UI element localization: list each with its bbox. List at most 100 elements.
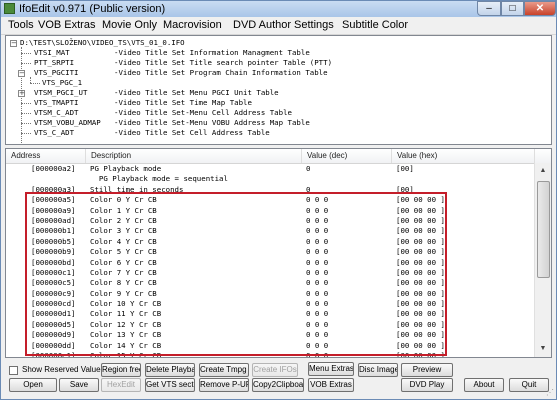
cell-value-dec: 0 0 0 — [306, 215, 329, 225]
tree-item[interactable]: VTS_C_ADT — [34, 128, 74, 137]
open-button[interactable]: Open — [9, 378, 57, 392]
tree-item[interactable]: VTSI_MAT — [34, 48, 70, 57]
cell-description: Still time in seconds — [90, 184, 184, 194]
hexedit-button[interactable]: HexEdit — [101, 378, 141, 392]
menu-settings[interactable]: Settings — [294, 19, 334, 31]
ifo-tree[interactable]: − D:\TEST\SLOŽENO\VIDEO_TS\VTS_01_0.IFO … — [5, 35, 552, 145]
disc-image-button[interactable]: Disc Image — [358, 363, 398, 377]
vertical-scrollbar[interactable]: ▲ ▼ — [534, 163, 551, 357]
table-row[interactable]: [000000b1] Color 3 Y Cr CB 0 0 0 [00 00 00 … — [6, 226, 535, 236]
table-row[interactable]: [000000ad] Color 2 Y Cr CB 0 0 0 [00 00 00 … — [6, 216, 535, 226]
cell-description: Color 15 Y Cr CB — [90, 351, 162, 358]
copy2clipboard-button[interactable]: Copy2Clipboard — [252, 378, 304, 392]
expand-icon[interactable]: + — [18, 90, 25, 97]
menu-macrovision[interactable]: Macrovision — [163, 19, 222, 31]
cell-value-hex: [00 00 00 ] — [396, 278, 445, 288]
cell-value-dec: 0 0 0 — [306, 195, 329, 205]
cell-value-dec: 0 0 0 — [306, 278, 329, 288]
cell-address: [000000b1] — [31, 226, 76, 236]
tree-item[interactable]: VTSM_PGCI_UT — [34, 88, 87, 97]
table-row[interactable]: [000000dd] Color 14 Y Cr CB 0 0 0 [00 00 00… — [6, 341, 535, 351]
tree-item[interactable]: VTSM_C_ADT — [34, 108, 79, 117]
table-row[interactable]: [000000c9] Color 9 Y Cr CB 0 0 0 [00 00 00 … — [6, 289, 535, 299]
cell-value-hex: [00 00 00 ] — [396, 340, 445, 350]
cell-description: Color 3 Y Cr CB — [90, 226, 157, 236]
collapse-icon[interactable]: − — [10, 40, 17, 47]
table-row[interactable]: [000000c1] Color 7 Y Cr CB 0 0 0 [00 00 00 … — [6, 268, 535, 278]
tree-item[interactable]: VTS_PGC_1 — [42, 78, 82, 87]
save-button[interactable]: Save — [59, 378, 99, 392]
table-row[interactable]: [000000cd] Color 10 Y Cr CB 0 0 0 [00 00 00… — [6, 299, 535, 309]
tree-item[interactable]: VTS_TMAPTI — [34, 98, 79, 107]
table-row[interactable]: [000000b5] Color 4 Y Cr CB 0 0 0 [00 00 00 … — [6, 237, 535, 247]
cell-description: Color 4 Y Cr CB — [90, 236, 157, 246]
resize-grip-icon[interactable]: ⋰ — [546, 388, 554, 397]
dvd-play-button[interactable]: DVD Play — [401, 378, 453, 392]
menu-subtitle-color[interactable]: Subtitle Color — [342, 19, 408, 31]
about-button[interactable]: About — [464, 378, 504, 392]
table-row[interactable]: [000000a9] Color 1 Y Cr CB 0 0 0 [00 00 00 … — [6, 206, 535, 216]
cell-description: Color 5 Y Cr CB — [90, 247, 157, 257]
data-list[interactable]: Address Description Value (dec) Value (h… — [5, 148, 552, 358]
cell-value-hex: [00 00 00 ] — [396, 215, 445, 225]
table-row[interactable]: [000000bd] Color 6 Y Cr CB 0 0 0 [00 00 00 … — [6, 258, 535, 268]
table-row[interactable]: [000000a3] Still time in seconds 0 [00] — [6, 185, 535, 195]
tree-item-desc: -Video Title Set-Menu Cell Address Table — [114, 108, 292, 117]
cell-value-hex: [00 00 00 ] — [396, 195, 445, 205]
column-value-hex[interactable]: Value (hex) — [392, 149, 535, 163]
scroll-up-icon[interactable]: ▲ — [535, 163, 551, 179]
minimize-button[interactable]: – — [477, 1, 501, 16]
table-row[interactable]: [000000d9] Color 13 Y Cr CB 0 0 0 [00 00 00… — [6, 330, 535, 340]
region-free-button[interactable]: Region free — [101, 363, 141, 377]
maximize-button[interactable]: □ — [501, 1, 524, 16]
vob-extras-button[interactable]: VOB Extras — [308, 378, 354, 392]
scroll-down-icon[interactable]: ▼ — [535, 341, 551, 357]
quit-button[interactable]: Quit — [509, 378, 549, 392]
table-row[interactable]: [000000a2] PG Playback mode 0 [00] — [6, 164, 535, 174]
show-reserved-checkbox[interactable] — [9, 366, 18, 375]
column-value-dec[interactable]: Value (dec) — [302, 149, 392, 163]
get-vts-sectors-button[interactable]: Get VTS sectors — [145, 378, 195, 392]
menu-dvd-author[interactable]: DVD Author — [233, 19, 291, 31]
cell-address: [000000d5] — [31, 319, 76, 329]
tree-item[interactable]: VTS_PGCITI — [34, 68, 79, 77]
cell-description: PG Playback mode — [90, 164, 162, 173]
tree-root[interactable]: D:\TEST\SLOŽENO\VIDEO_TS\VTS_01_0.IFO — [20, 38, 185, 47]
table-row[interactable]: [000000d1] Color 11 Y Cr CB 0 0 0 [00 00 00… — [6, 309, 535, 319]
menu-tools[interactable]: Tools — [8, 19, 34, 31]
create-tmpg-button[interactable]: Create Tmpg T. — [199, 363, 249, 377]
scroll-thumb[interactable] — [537, 181, 550, 278]
menu-extras-button[interactable]: Menu Extras — [308, 362, 354, 376]
delete-playback-button[interactable]: Delete Playback — [145, 363, 195, 377]
column-address[interactable]: Address — [6, 149, 86, 163]
cell-address: [000000b9] — [31, 247, 76, 257]
close-button[interactable]: ✕ — [524, 1, 556, 16]
table-row[interactable]: [000000d5] Color 12 Y Cr CB 0 0 0 [00 00 00… — [6, 320, 535, 330]
create-ifos-button[interactable]: Create IFOs — [252, 363, 298, 377]
table-row[interactable]: [000000e1] Color 15 Y Cr CB 0 0 0 [00 00 00… — [6, 351, 535, 358]
cell-value-dec: 0 0 0 — [306, 288, 329, 298]
cell-value-dec: 0 0 0 — [306, 299, 329, 309]
preview-button[interactable]: Preview — [401, 363, 453, 377]
tree-item[interactable]: PTT_SRPTI — [34, 58, 74, 67]
menu-vob-extras[interactable]: VOB Extras — [38, 19, 95, 31]
table-row[interactable]: [000000a5] Color 0 Y Cr CB 0 0 0 [00 00 00 … — [6, 195, 535, 205]
tree-item[interactable]: VTSM_VOBU_ADMAP — [34, 118, 101, 127]
tree-item-desc: -Video Title Set Program Chain Informati… — [114, 68, 328, 77]
table-row[interactable]: [000000c5] Color 8 Y Cr CB 0 0 0 [00 00 00 … — [6, 278, 535, 288]
app-window: IfoEdit v0.971 (Public version) – □ ✕ To… — [0, 0, 557, 400]
menu-movie-only[interactable]: Movie Only — [102, 19, 157, 31]
collapse-icon[interactable]: − — [18, 70, 25, 77]
cell-value-hex: [00 00 00 ] — [396, 257, 445, 267]
tree-item-desc: -Video Title Set Title search pointer Ta… — [114, 58, 333, 67]
cell-address: [000000c5] — [31, 278, 76, 288]
cell-value-dec: 0 0 0 — [306, 257, 329, 267]
table-row[interactable]: PG Playback mode = sequential — [6, 174, 535, 184]
tree-item-desc: -Video Title Set Time Map Table — [114, 98, 252, 107]
cell-address: [000000d1] — [31, 309, 76, 319]
title-bar[interactable]: IfoEdit v0.971 (Public version) – □ ✕ — [1, 1, 556, 18]
column-description[interactable]: Description — [86, 149, 302, 163]
cell-description: Color 14 Y Cr CB — [90, 340, 162, 350]
table-row[interactable]: [000000b9] Color 5 Y Cr CB 0 0 0 [00 00 00 … — [6, 247, 535, 257]
remove-pups-button[interactable]: Remove P-UPs — [199, 378, 249, 392]
